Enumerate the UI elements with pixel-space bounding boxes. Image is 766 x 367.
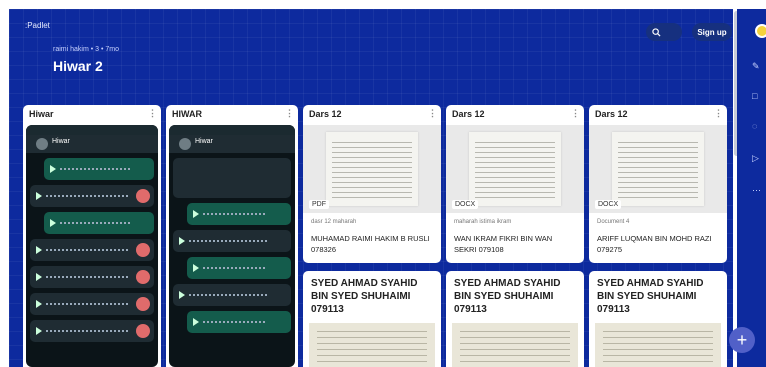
right-rail: ✎ □ ◌ ▷ ⋯ bbox=[737, 9, 766, 367]
voice-message bbox=[30, 293, 154, 315]
text-message bbox=[173, 158, 291, 198]
more-icon[interactable]: ⋮ bbox=[285, 108, 294, 119]
post-card-hiwar[interactable]: Hiwar ⋮ Hiwar bbox=[23, 105, 161, 367]
more-icon[interactable]: ⋮ bbox=[571, 108, 580, 119]
post-title: SYED AHMAD SYAHID BIN SYED SHUHAIMI 0791… bbox=[597, 278, 704, 315]
voice-message bbox=[44, 158, 154, 180]
document-source: dasr 12 maharah bbox=[311, 219, 357, 225]
post-title: Hiwar bbox=[29, 109, 54, 119]
document-name: WAN IKRAM FIKRI BIN WAN SEKRI 079108 bbox=[454, 234, 553, 254]
chat-header: Hiwar bbox=[169, 135, 295, 153]
avatar bbox=[179, 138, 191, 150]
post-card-document[interactable]: Dars 12 ⋮ DOCX Document 4 ARIFF LUQMAN BI… bbox=[589, 105, 727, 263]
post-card-document[interactable]: Dars 12 ⋮ DOCX maharah istima ikram WAN I… bbox=[446, 105, 584, 263]
post-card-hiwar-caps[interactable]: HIWAR ⋮ Hiwar bbox=[166, 105, 298, 367]
board-title: Hiwar 2 bbox=[53, 58, 103, 74]
board-meta: raimi hakim • 3 • 7mo bbox=[53, 46, 119, 53]
more-icon[interactable]: ⋯ bbox=[752, 185, 764, 197]
file-type-badge: PDF bbox=[309, 200, 329, 209]
chat-screenshot: Hiwar bbox=[26, 125, 158, 367]
signup-button[interactable]: Sign up bbox=[692, 23, 732, 41]
voice-message bbox=[30, 320, 154, 342]
more-icon[interactable]: ⋮ bbox=[148, 108, 157, 119]
post-card-image[interactable]: SYED AHMAD SYAHID BIN SYED SHUHAIMI 0791… bbox=[303, 271, 441, 367]
voice-message bbox=[30, 185, 154, 207]
add-post-button[interactable]: + bbox=[729, 327, 755, 353]
voice-message bbox=[187, 257, 291, 279]
post-title: Dars 12 bbox=[595, 109, 628, 119]
post-title: SYED AHMAD SYAHID BIN SYED SHUHAIMI 0791… bbox=[454, 278, 561, 315]
phone-status-bar bbox=[26, 125, 158, 135]
post-card-image[interactable]: SYED AHMAD SYAHID BIN SYED SHUHAIMI 0791… bbox=[446, 271, 584, 367]
photo-thumbnail bbox=[309, 323, 435, 367]
brand-logo[interactable]: :Padlet bbox=[25, 21, 50, 30]
chat-screenshot: Hiwar bbox=[169, 125, 295, 367]
voice-message bbox=[187, 203, 291, 225]
post-title: HIWAR bbox=[172, 109, 202, 119]
chat-header: Hiwar bbox=[26, 135, 158, 153]
user-avatar[interactable] bbox=[755, 24, 766, 38]
post-title: Dars 12 bbox=[452, 109, 485, 119]
more-icon[interactable]: ⋮ bbox=[714, 108, 723, 119]
file-type-badge: DOCX bbox=[452, 200, 479, 209]
folder-icon[interactable]: □ bbox=[752, 91, 764, 103]
avatar bbox=[36, 138, 48, 150]
voice-message bbox=[44, 212, 154, 234]
pen-icon[interactable]: ✎ bbox=[752, 61, 764, 73]
bell-icon[interactable]: ◌ bbox=[752, 121, 764, 133]
file-type-badge: DOCX bbox=[595, 200, 622, 209]
photo-thumbnail bbox=[595, 323, 721, 367]
document-name: MUHAMAD RAIMI HAKIM B RUSLI 078326 bbox=[311, 234, 430, 254]
voice-message bbox=[30, 266, 154, 288]
voice-message bbox=[30, 239, 154, 261]
more-icon[interactable]: ⋮ bbox=[428, 108, 437, 119]
document-source: Document 4 bbox=[597, 219, 630, 225]
document-name: ARIFF LUQMAN BIN MOHD RAZI 079275 bbox=[597, 234, 712, 254]
search-icon bbox=[652, 27, 661, 37]
document-source: maharah istima ikram bbox=[454, 219, 512, 225]
photo-thumbnail bbox=[452, 323, 578, 367]
post-title: Dars 12 bbox=[309, 109, 342, 119]
voice-message bbox=[187, 311, 291, 333]
phone-status-bar bbox=[169, 125, 295, 135]
play-icon[interactable]: ▷ bbox=[752, 153, 764, 165]
post-card-document[interactable]: Dars 12 ⋮ PDF dasr 12 maharah MUHAMAD RAI… bbox=[303, 105, 441, 263]
post-card-image[interactable]: SYED AHMAD SYAHID BIN SYED SHUHAIMI 0791… bbox=[589, 271, 727, 367]
voice-message bbox=[173, 284, 291, 306]
post-title: SYED AHMAD SYAHID BIN SYED SHUHAIMI 0791… bbox=[311, 278, 418, 315]
padlet-board: :Padlet raimi hakim • 3 • 7mo Hiwar 2 Si… bbox=[9, 9, 733, 367]
voice-message bbox=[173, 230, 291, 252]
search-button[interactable] bbox=[646, 23, 682, 41]
